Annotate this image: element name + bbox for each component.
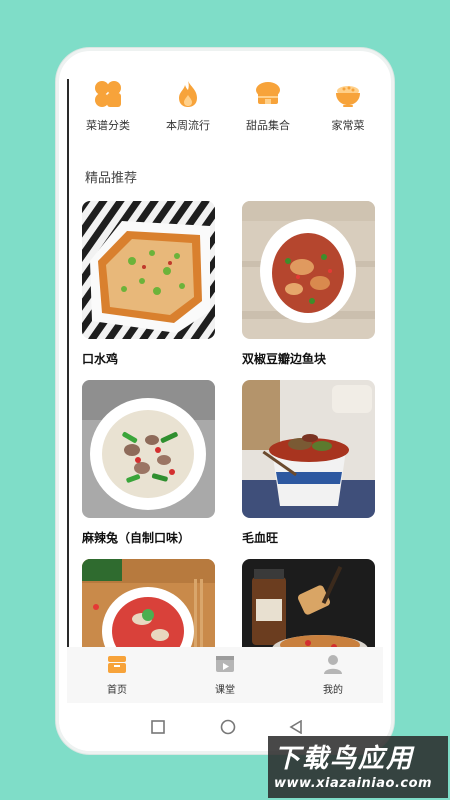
cake-icon [253,79,283,109]
category-label: 家常菜 [331,119,365,132]
triangle-back-icon [289,719,302,735]
app-screen: 菜谱分类 本周流行 甜品集合 家常菜 精品推荐 口水鸡 双椒豆瓣边鱼块 麻辣兔（… [67,61,383,701]
tab-home[interactable]: 首页 [77,653,157,696]
watermark-title: 下载鸟应用 [274,744,415,774]
bottom-tab-bar: 首页 课堂 我的 [67,647,383,707]
recipe-title: 麻辣兔（自制口味） [82,531,191,545]
category-desserts[interactable]: 甜品集合 [233,79,303,133]
user-icon [322,653,344,675]
recipe-card[interactable]: 毛血旺 [242,380,375,546]
category-home-cooking[interactable]: 家常菜 [313,79,383,133]
edge-line [67,79,69,679]
recipe-title: 毛血旺 [242,531,279,545]
flame-icon [173,79,203,109]
recipe-card[interactable]: 麻辣兔（自制口味） [82,380,215,546]
recipe-image [82,380,215,518]
tab-classroom[interactable]: 课堂 [185,653,265,696]
recipe-image [82,201,215,339]
category-bar: 菜谱分类 本周流行 甜品集合 家常菜 [67,79,383,139]
category-recipe-types[interactable]: 菜谱分类 [73,79,143,133]
phone-frame: 菜谱分类 本周流行 甜品集合 家常菜 精品推荐 口水鸡 双椒豆瓣边鱼块 麻辣兔（… [56,48,394,754]
tab-label: 我的 [323,685,343,696]
grid-petals-icon [93,79,123,109]
category-label: 本周流行 [166,119,210,132]
square-icon [151,720,165,734]
recipe-image [242,201,375,339]
circle-icon [220,719,236,735]
recipe-card[interactable]: 口水鸡 [82,201,215,367]
section-title: 精品推荐 [85,171,138,186]
recipe-card[interactable]: 双椒豆瓣边鱼块 [242,201,375,367]
recipe-title: 双椒豆瓣边鱼块 [242,352,327,366]
watermark: 下载鸟应用 www.xiazainiao.com [268,736,448,798]
category-label: 菜谱分类 [86,119,130,132]
home-icon [106,653,128,675]
recipe-title: 口水鸡 [82,352,119,366]
category-label: 甜品集合 [246,119,290,132]
watermark-url: www.xiazainiao.com [274,776,433,791]
category-weekly-popular[interactable]: 本周流行 [153,79,223,133]
recents-button[interactable] [151,719,165,738]
rice-bowl-icon [333,79,363,109]
tab-label: 课堂 [215,685,235,696]
recipe-image [242,380,375,518]
tab-mine[interactable]: 我的 [293,653,373,696]
home-button[interactable] [220,719,236,739]
tab-label: 首页 [107,685,127,696]
video-icon [214,653,236,675]
